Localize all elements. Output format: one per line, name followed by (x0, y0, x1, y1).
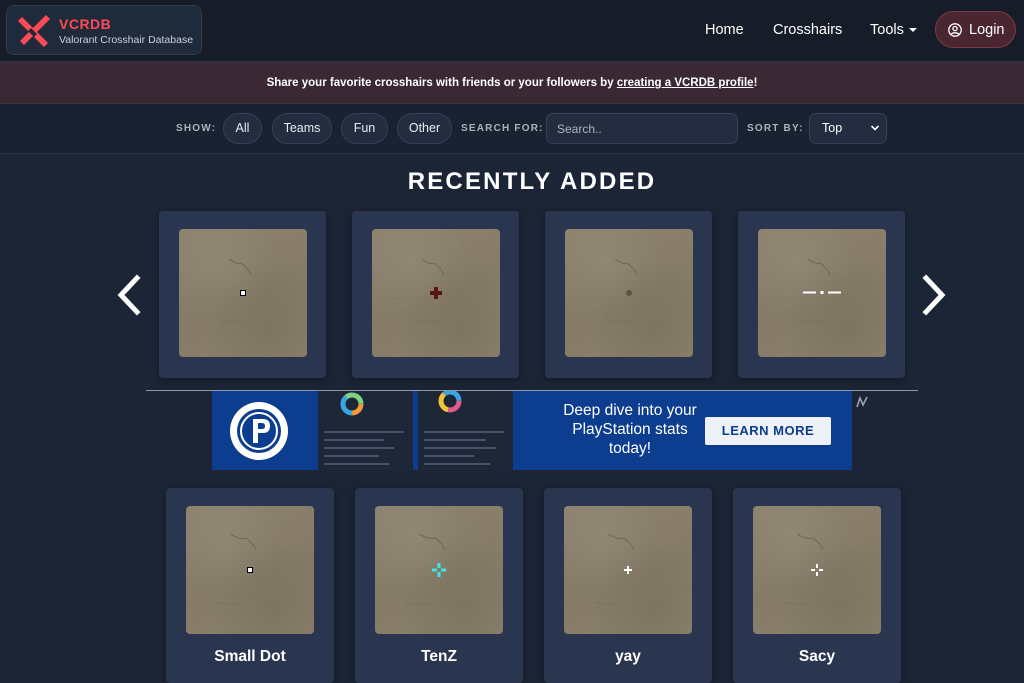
faint-dot-crosshair-icon (626, 290, 632, 296)
filter-all-button[interactable]: All (223, 113, 262, 144)
crosshair-preview (186, 506, 314, 634)
ad-screenshot (318, 391, 413, 470)
crosshair-preview (372, 229, 500, 357)
crossed-swords-logo-icon (18, 15, 50, 47)
ad-logo (230, 402, 288, 460)
cyan-gap-plus-crosshair-icon (432, 563, 446, 577)
user-circle-icon (948, 23, 962, 37)
crosshair-name: yay (615, 648, 641, 665)
crosshair-preview (753, 506, 881, 634)
p-circle-logo-icon (237, 409, 281, 453)
search-input[interactable] (546, 113, 738, 144)
brand-home-link[interactable]: VCRDB Valorant Crosshair Database (6, 5, 202, 55)
stats-donut-graphic (318, 391, 413, 470)
carousel-prev-arrow-icon[interactable] (113, 274, 143, 316)
search-label: SEARCH FOR: (461, 123, 544, 134)
carousel-card[interactable] (352, 211, 519, 378)
chevron-down-icon (870, 125, 880, 131)
announcement-suffix: ! (753, 77, 758, 89)
white-lines-dot-crosshair-icon (803, 291, 841, 294)
announcement-text: Share your favorite crosshairs with frie… (266, 77, 617, 89)
top-nav: VCRDB Valorant Crosshair Database Home C… (0, 0, 1024, 62)
login-label: Login (969, 22, 1005, 38)
nav-home[interactable]: Home (705, 22, 744, 38)
caret-down-icon (908, 28, 917, 33)
ad-choices-icon[interactable] (856, 396, 868, 408)
nav-tools-label: Tools (870, 22, 904, 38)
crosshair-name: Sacy (798, 648, 836, 665)
stats-donut-graphic (418, 391, 513, 470)
sort-select[interactable]: Top (809, 113, 887, 144)
crosshair-card[interactable]: yay (544, 488, 712, 683)
nav-tools-dropdown[interactable]: Tools (870, 22, 917, 38)
login-button[interactable]: Login (935, 11, 1016, 48)
white-plus-crosshair-icon (624, 566, 632, 574)
brand-subtitle: Valorant Crosshair Database (59, 34, 194, 46)
crosshair-card[interactable]: Sacy (733, 488, 901, 683)
carousel-card[interactable] (545, 211, 712, 378)
ad-screenshot (418, 391, 513, 470)
crosshair-preview (565, 229, 693, 357)
crosshair-preview (758, 229, 886, 357)
crosshair-preview (564, 506, 692, 634)
announcement-banner: Share your favorite crosshairs with frie… (0, 62, 1024, 104)
brand-title: VCRDB (59, 16, 112, 32)
dark-red-plus-crosshair-icon (430, 287, 442, 299)
show-label: SHOW: (176, 123, 217, 134)
crosshair-card[interactable]: Small Dot (166, 488, 334, 683)
create-profile-link[interactable]: creating a VCRDB profile (617, 77, 754, 89)
carousel-card[interactable] (738, 211, 905, 378)
crosshair-name: TenZ (421, 648, 457, 665)
crosshair-preview (179, 229, 307, 357)
carousel-card[interactable] (159, 211, 326, 378)
ad-learn-more-button[interactable]: LEARN MORE (705, 417, 831, 445)
crosshair-card[interactable]: TenZ (355, 488, 523, 683)
small-dot-outline-crosshair-icon (240, 290, 246, 296)
filter-bar: SHOW: All Teams Fun Other SEARCH FOR: SO… (0, 104, 1024, 154)
nav-crosshairs[interactable]: Crosshairs (773, 22, 842, 38)
section-title: RECENTLY ADDED (407, 168, 657, 195)
white-gap-plus-crosshair-icon (811, 564, 823, 576)
filter-teams-button[interactable]: Teams (272, 113, 332, 144)
carousel-next-arrow-icon[interactable] (920, 274, 950, 316)
filter-other-button[interactable]: Other (397, 113, 452, 144)
ad-copy: Deep dive into your PlayStation stats to… (563, 402, 697, 457)
small-dot-outline-crosshair-icon (247, 567, 253, 573)
crosshair-preview (375, 506, 503, 634)
sort-label: SORT BY: (747, 123, 804, 134)
sort-value: Top (822, 121, 843, 135)
advertisement-banner[interactable]: Deep dive into your PlayStation stats to… (212, 391, 852, 470)
filter-fun-button[interactable]: Fun (341, 113, 388, 144)
crosshair-name: Small Dot (214, 648, 286, 665)
